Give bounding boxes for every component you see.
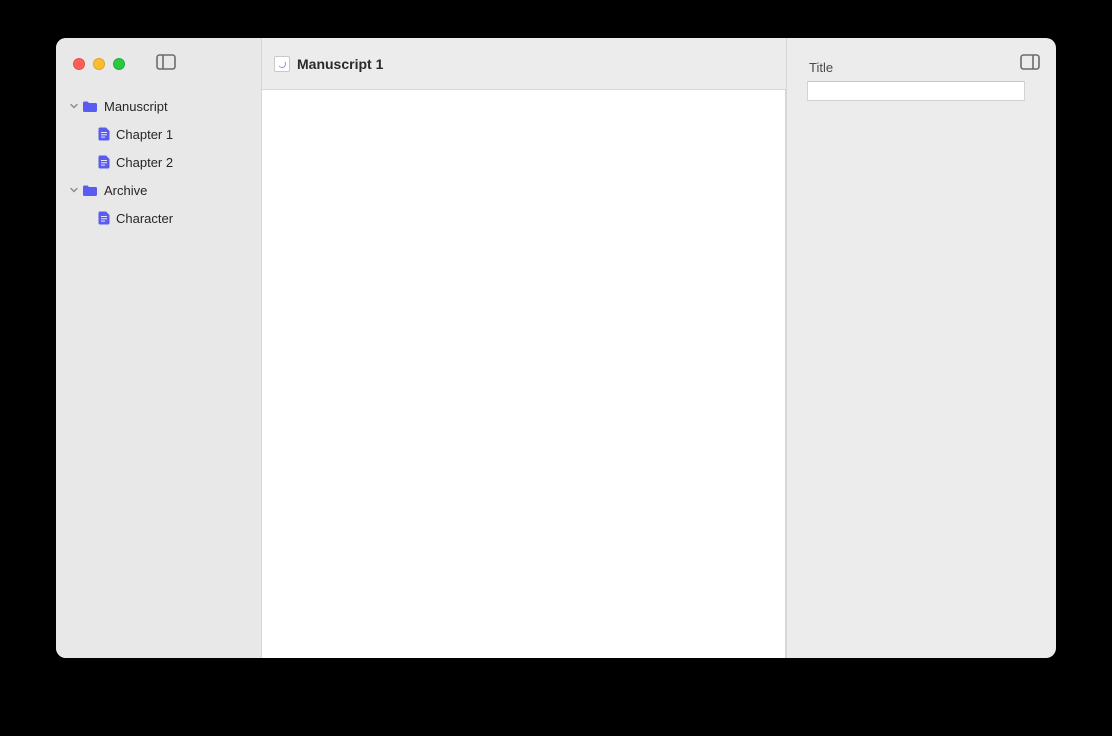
- sidebar-icon: [156, 54, 176, 75]
- sidebar-item-chapter-2[interactable]: Chapter 2: [56, 148, 261, 176]
- document-title-icon: [274, 56, 290, 72]
- document-icon: [98, 211, 110, 225]
- document-icon: [98, 127, 110, 141]
- titlebar-left: [56, 38, 261, 90]
- sidebar-item-label: Character: [116, 211, 173, 226]
- sidebar-item-label: Archive: [104, 183, 147, 198]
- sidebar-item-archive[interactable]: Archive: [56, 176, 261, 204]
- inspector-panel-icon: [1020, 57, 1040, 74]
- traffic-lights: [73, 58, 125, 70]
- inspector-panel: Title: [786, 38, 1056, 658]
- toggle-inspector-button[interactable]: [1020, 54, 1040, 75]
- toolbar-right: Title: [787, 38, 1056, 90]
- app-window: Manuscript Chapter 1 Chapter 2: [56, 38, 1056, 658]
- sidebar: Manuscript Chapter 1 Chapter 2: [56, 38, 262, 658]
- inspector-title-input[interactable]: [807, 81, 1025, 101]
- document-title-group[interactable]: Manuscript 1: [274, 56, 383, 72]
- main-area: Manuscript 1 Title: [262, 38, 1056, 658]
- sidebar-item-manuscript[interactable]: Manuscript: [56, 92, 261, 120]
- center-column: Manuscript 1: [262, 38, 786, 658]
- folder-icon: [82, 184, 98, 197]
- sidebar-item-character[interactable]: Character: [56, 204, 261, 232]
- editor-area[interactable]: [262, 90, 786, 658]
- chevron-down-icon[interactable]: [68, 102, 79, 110]
- sidebar-item-label: Chapter 1: [116, 127, 173, 142]
- inspector-title-label: Title: [809, 60, 833, 75]
- window-fullscreen-button[interactable]: [113, 58, 125, 70]
- toolbar: Manuscript 1: [262, 38, 786, 90]
- folder-icon: [82, 100, 98, 113]
- toggle-sidebar-button[interactable]: [154, 52, 178, 77]
- sidebar-item-chapter-1[interactable]: Chapter 1: [56, 120, 261, 148]
- sidebar-item-label: Chapter 2: [116, 155, 173, 170]
- sidebar-tree: Manuscript Chapter 1 Chapter 2: [56, 90, 261, 232]
- chevron-down-icon[interactable]: [68, 186, 79, 194]
- window-minimize-button[interactable]: [93, 58, 105, 70]
- window-close-button[interactable]: [73, 58, 85, 70]
- sidebar-item-label: Manuscript: [104, 99, 168, 114]
- document-title: Manuscript 1: [297, 56, 383, 72]
- document-icon: [98, 155, 110, 169]
